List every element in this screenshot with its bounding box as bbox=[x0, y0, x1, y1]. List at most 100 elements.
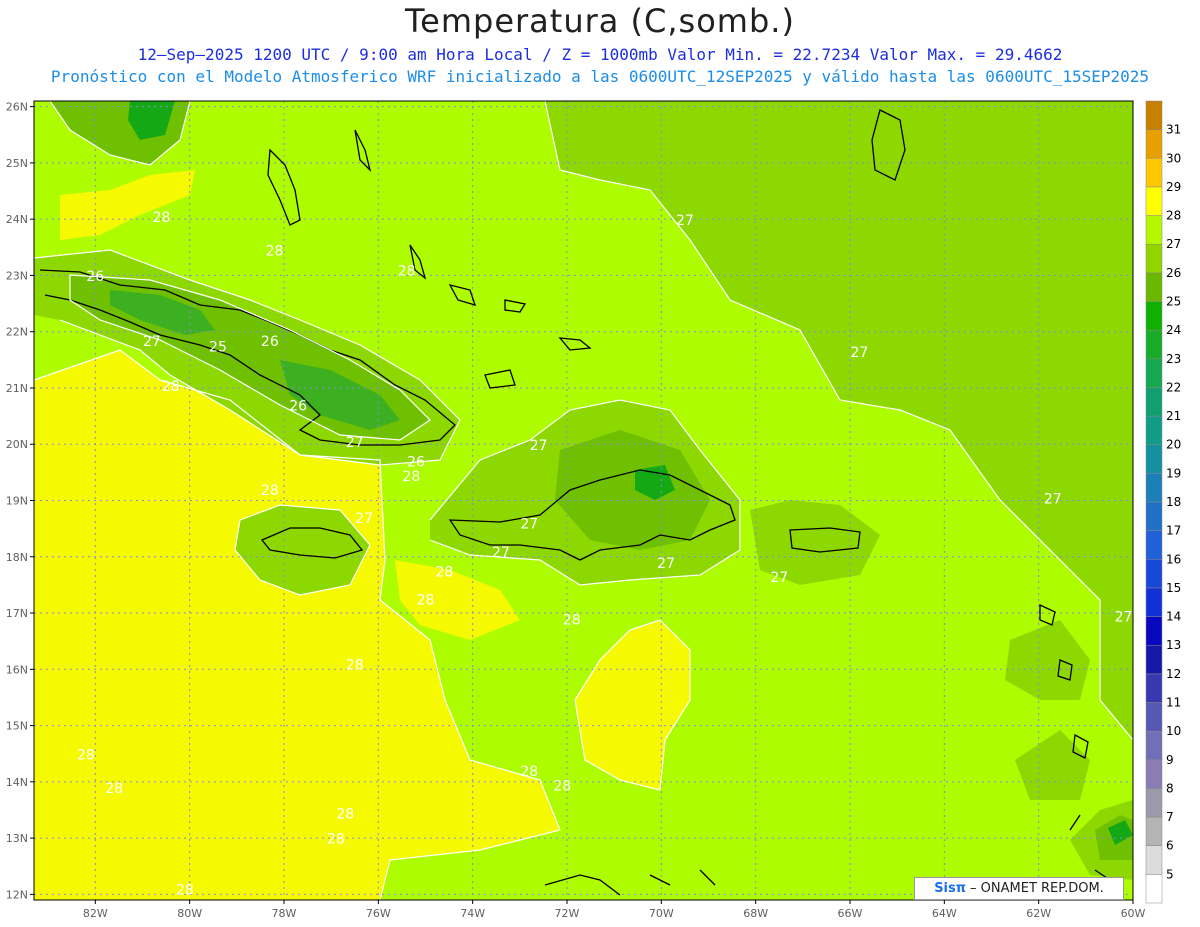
lat-label: 26N bbox=[6, 101, 28, 114]
colorbar-tick-label: 23 bbox=[1166, 352, 1181, 366]
colorbar-tick-label: 30 bbox=[1166, 151, 1181, 165]
isotherm-label: 28 bbox=[105, 781, 123, 797]
isotherm-label: 26 bbox=[261, 334, 279, 350]
lat-label: 13N bbox=[6, 832, 28, 845]
colorbar-tick-label: 8 bbox=[1166, 781, 1174, 795]
colorbar-swatch bbox=[1145, 816, 1163, 846]
isotherm-label: 27 bbox=[657, 556, 675, 572]
isotherm-label: 28 bbox=[261, 483, 279, 499]
isotherm-label: 28 bbox=[266, 244, 284, 260]
colorbar-tick-label: 16 bbox=[1166, 552, 1181, 566]
colorbar-tick-label: 27 bbox=[1166, 237, 1181, 251]
isotherm-label: 28 bbox=[77, 747, 95, 763]
isotherm-label: 27 bbox=[355, 511, 373, 527]
colorbar-tick-label: 19 bbox=[1166, 466, 1181, 480]
isotherm-label: 27 bbox=[520, 517, 538, 533]
lat-label: 16N bbox=[6, 663, 28, 676]
colorbar-tick-label: 31 bbox=[1166, 123, 1181, 137]
colorbar-swatch bbox=[1145, 587, 1163, 617]
colorbar-tick-label: 21 bbox=[1166, 409, 1181, 423]
colorbar-swatch bbox=[1145, 129, 1163, 159]
lat-label: 15N bbox=[6, 720, 28, 733]
lat-label: 19N bbox=[6, 495, 28, 508]
colorbar-swatch bbox=[1145, 329, 1163, 360]
colorbar-swatch bbox=[1145, 530, 1163, 560]
colorbar-swatch bbox=[1145, 874, 1163, 904]
lat-label: 18N bbox=[6, 551, 28, 564]
colorbar-tick-label: 6 bbox=[1166, 839, 1174, 853]
isotherm-label: 27 bbox=[1115, 609, 1133, 625]
isotherm-label: 28 bbox=[417, 593, 435, 609]
lon-label: 78W bbox=[272, 907, 297, 920]
isotherm-label: 28 bbox=[346, 657, 364, 673]
colorbar-tick-label: 15 bbox=[1166, 581, 1181, 595]
colorbar-tick-label: 29 bbox=[1166, 180, 1181, 194]
colorbar-swatch bbox=[1145, 272, 1163, 302]
watermark-text: – ONAMET REP.DOM. bbox=[970, 881, 1104, 896]
colorbar-tick-label: 9 bbox=[1166, 753, 1174, 767]
lon-label: 68W bbox=[743, 907, 768, 920]
watermark-brand: Sisπ bbox=[934, 881, 967, 896]
isotherm-label: 28 bbox=[398, 263, 416, 279]
watermark: Sisπ – ONAMET REP.DOM. bbox=[914, 877, 1124, 900]
lat-label: 21N bbox=[6, 382, 28, 395]
longitude-axis: 82W 80W 78W 76W 74W 72W 70W 68W 66W 64W 62W 60W bbox=[83, 900, 1146, 920]
isotherm-label: 27 bbox=[143, 334, 161, 350]
colorbar-swatch bbox=[1145, 415, 1163, 445]
isotherm-label: 27 bbox=[346, 435, 364, 451]
lat-label: 14N bbox=[6, 776, 28, 789]
isotherm-label: 25 bbox=[209, 339, 227, 355]
isotherm-label: 27 bbox=[492, 545, 510, 561]
lon-label: 64W bbox=[932, 907, 957, 920]
lat-label: 25N bbox=[6, 157, 28, 170]
lon-label: 60W bbox=[1121, 907, 1146, 920]
isotherm-label: 28 bbox=[327, 832, 345, 848]
lat-label: 12N bbox=[6, 888, 28, 901]
colorbar-tick-label: 25 bbox=[1166, 295, 1181, 309]
lon-label: 82W bbox=[83, 907, 108, 920]
colorbar-swatch bbox=[1145, 702, 1163, 732]
colorbar-tick-label: 5 bbox=[1166, 867, 1174, 881]
colorbar-swatch bbox=[1145, 186, 1163, 216]
isotherm-label: 28 bbox=[553, 778, 571, 794]
colorbar-swatch bbox=[1145, 730, 1163, 761]
isotherm-label: 28 bbox=[402, 469, 420, 485]
isotherm-label: 28 bbox=[435, 564, 453, 580]
isotherm-label: 27 bbox=[851, 345, 869, 361]
colorbar-tick-label: 7 bbox=[1166, 810, 1174, 824]
lon-label: 80W bbox=[177, 907, 202, 920]
colorbar-swatch bbox=[1145, 845, 1163, 875]
isotherm-label: 28 bbox=[176, 882, 194, 898]
isotherm-label: 26 bbox=[289, 398, 307, 414]
colorbar-tick-label: 28 bbox=[1166, 209, 1181, 223]
colorbar-tick-label: 20 bbox=[1166, 438, 1181, 452]
colorbar-swatch bbox=[1145, 215, 1163, 245]
colorbar-tick-label: 26 bbox=[1166, 266, 1181, 280]
lon-label: 72W bbox=[555, 907, 580, 920]
colorbar-tick-label: 11 bbox=[1166, 696, 1181, 710]
isotherm-label: 26 bbox=[86, 269, 104, 285]
isotherm-label: 27 bbox=[676, 213, 694, 229]
colorbar-swatch bbox=[1145, 559, 1163, 589]
colorbar-swatch bbox=[1145, 243, 1163, 274]
lon-label: 70W bbox=[649, 907, 674, 920]
colorbar-swatch bbox=[1145, 616, 1163, 646]
isotherm-label: 27 bbox=[1044, 491, 1062, 507]
colorbar-swatch bbox=[1145, 158, 1163, 188]
colorbar-swatch bbox=[1145, 301, 1163, 331]
isotherm-label: 28 bbox=[520, 764, 538, 780]
colorbar-swatch bbox=[1145, 100, 1163, 130]
colorbar-tick-label: 18 bbox=[1166, 495, 1181, 509]
colorbar-swatch bbox=[1145, 444, 1163, 474]
isotherm-label: 27 bbox=[770, 570, 788, 586]
colorbar-swatch bbox=[1145, 759, 1163, 789]
colorbar-tick-label: 12 bbox=[1166, 667, 1181, 681]
isotherm-label: 28 bbox=[152, 210, 170, 226]
colorbar-swatch bbox=[1145, 644, 1163, 675]
colorbar-tick-label: 10 bbox=[1166, 724, 1181, 738]
colorbar-swatch bbox=[1145, 501, 1163, 531]
colorbar-swatch bbox=[1145, 473, 1163, 503]
colorbar-swatch bbox=[1145, 358, 1163, 388]
lat-label: 20N bbox=[6, 438, 28, 451]
colorbar-tick-label: 17 bbox=[1166, 524, 1181, 538]
